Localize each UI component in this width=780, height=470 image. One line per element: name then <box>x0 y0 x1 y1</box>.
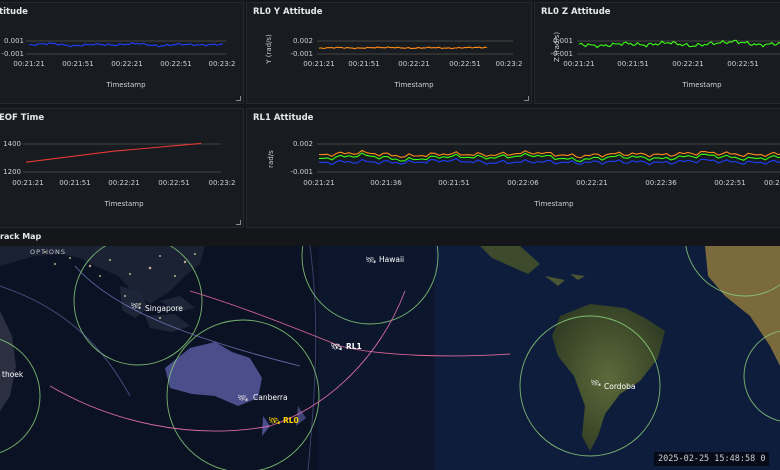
x-tick: 00:21:21 <box>303 60 334 68</box>
city-label: Hawaii <box>379 255 404 264</box>
x-tick: 00:22:51 <box>449 60 480 68</box>
x-tick: 00:23:0 <box>764 179 780 187</box>
y-tick: 1400 <box>3 140 21 148</box>
series-line <box>318 46 488 50</box>
x-axis-label: Timestamp <box>393 81 434 89</box>
x-tick: 00:21:51 <box>438 179 469 187</box>
x-tick: 00:22:21 <box>108 179 139 187</box>
city-singapore[interactable]: 🛰 Singapore <box>130 302 183 313</box>
series-line <box>318 157 780 166</box>
city-label: thoek <box>2 370 24 379</box>
city-label: Singapore <box>145 304 183 313</box>
x-tick: 00:21:51 <box>617 60 648 68</box>
y-attitude-series <box>318 46 488 50</box>
map-clock: 2025-02-25 15:48:58 0 <box>654 452 770 466</box>
rl1-attitude-panel: RL1 Attitude rad/s 0.002 -0.001 00:21:21… <box>246 108 780 228</box>
y-tick: 1200 <box>3 168 21 176</box>
x-tick: 00:22:36 <box>645 179 677 187</box>
x-tick: 00:23:2 <box>209 60 236 68</box>
x-tick: 00:21:21 <box>12 179 43 187</box>
x-attitude-chart: 0.001 -0.001 00:21:21 00:21:51 00:22:21 … <box>1 37 236 89</box>
y-tick: -0.001 <box>290 168 313 176</box>
x-tick: 00:23:2 <box>496 60 523 68</box>
eof-time-panel: EOF Time 1400 1200 00:21:21 00:21:51 00:… <box>0 108 244 228</box>
x-tick: 00:21:51 <box>59 179 90 187</box>
x-tick: 00:21:21 <box>303 179 334 187</box>
x-tick: 00:22:51 <box>714 179 745 187</box>
resize-handle[interactable] <box>236 96 241 101</box>
map-panel-title: rack Map <box>0 232 42 241</box>
eof-time-chart: 1400 1200 00:21:21 00:21:51 00:22:21 00:… <box>3 140 236 208</box>
y-axis-label: rad/s <box>267 150 275 168</box>
x-tick: 00:22:06 <box>507 179 539 187</box>
x-tick: 00:22:21 <box>398 60 429 68</box>
city-windhoek[interactable]: thoek <box>2 370 24 379</box>
satellite-dish-icon: 🛰 <box>590 379 601 389</box>
series-line <box>25 142 202 163</box>
satellite-dish-icon: 🛰 <box>365 256 376 266</box>
x-tick: 00:23:2 <box>209 179 236 187</box>
y-axis-label: Y (rad/s) <box>265 34 273 65</box>
x-axis-label: Timestamp <box>103 200 144 208</box>
y-tick: 0.001 <box>4 37 24 45</box>
track-map[interactable]: 🛰 Hawaii 🛰 Singapore thoek 🛰 Canberra 🛰 … <box>0 246 780 470</box>
x-tick: 00:21:36 <box>370 179 402 187</box>
z-attitude-chart: Z (rad/s) 0.001 -0.001 00:21:21 00:21:51… <box>550 32 780 89</box>
x-tick: 00:21:51 <box>348 60 379 68</box>
x-axis-label: Timestamp <box>681 81 722 89</box>
satellite-dish-icon: 🛰 <box>237 394 248 404</box>
x-tick: 00:22:21 <box>576 179 607 187</box>
y-tick: 0.001 <box>553 37 573 45</box>
x-attitude-series <box>28 41 224 48</box>
satellite-label: RL1 <box>346 342 362 351</box>
y-tick: 0.002 <box>293 37 313 45</box>
x-tick: 00:22:51 <box>727 60 758 68</box>
city-label: Canberra <box>253 393 288 402</box>
y-tick: 0.002 <box>293 140 313 148</box>
series-line <box>28 41 224 48</box>
satellite-icon: 🛰 <box>268 416 281 427</box>
y-attitude-panel: RL0 Y Attitude Y (rad/s) 0.002 -0.001 00… <box>246 2 532 104</box>
x-tick: 00:22:51 <box>158 179 189 187</box>
y-attitude-chart: Y (rad/s) 0.002 -0.001 00:21:21 00:21:51… <box>265 34 523 89</box>
rl1-attitude-series <box>318 149 780 166</box>
x-axis-label: Timestamp <box>533 200 574 208</box>
eof-time-series <box>25 142 202 163</box>
x-tick: 00:21:51 <box>62 60 93 68</box>
x-tick: 00:22:21 <box>672 60 703 68</box>
satellite-label: RL0 <box>283 416 299 425</box>
z-attitude-panel: RL0 Z Attitude Z (rad/s) 0.001 -0.001 00… <box>534 2 780 104</box>
x-tick: 00:22:51 <box>160 60 191 68</box>
rl1-attitude-chart: rad/s 0.002 -0.001 00:21:21 00:21:36 00:… <box>267 140 780 208</box>
x-tick: 00:22:21 <box>111 60 142 68</box>
satellite-dish-icon: 🛰 <box>130 302 141 312</box>
x-attitude-panel: titude 0.001 -0.001 00:21:21 00:21:51 00… <box>0 2 244 104</box>
resize-handle[interactable] <box>524 96 529 101</box>
world-map[interactable]: 🛰 Hawaii 🛰 Singapore thoek 🛰 Canberra 🛰 … <box>0 246 780 470</box>
y-tick: -0.001 <box>550 50 573 58</box>
y-tick: -0.001 <box>290 50 313 58</box>
x-axis-label: Timestamp <box>105 81 146 89</box>
city-label: Cordoba <box>604 382 635 391</box>
y-tick: -0.001 <box>1 50 24 58</box>
map-options-button[interactable]: OPTIONS <box>30 248 66 256</box>
x-tick: 00:21:21 <box>563 60 594 68</box>
satellite-icon: 🛰 <box>330 342 343 353</box>
x-tick: 00:21:21 <box>13 60 44 68</box>
resize-handle[interactable] <box>236 220 241 225</box>
